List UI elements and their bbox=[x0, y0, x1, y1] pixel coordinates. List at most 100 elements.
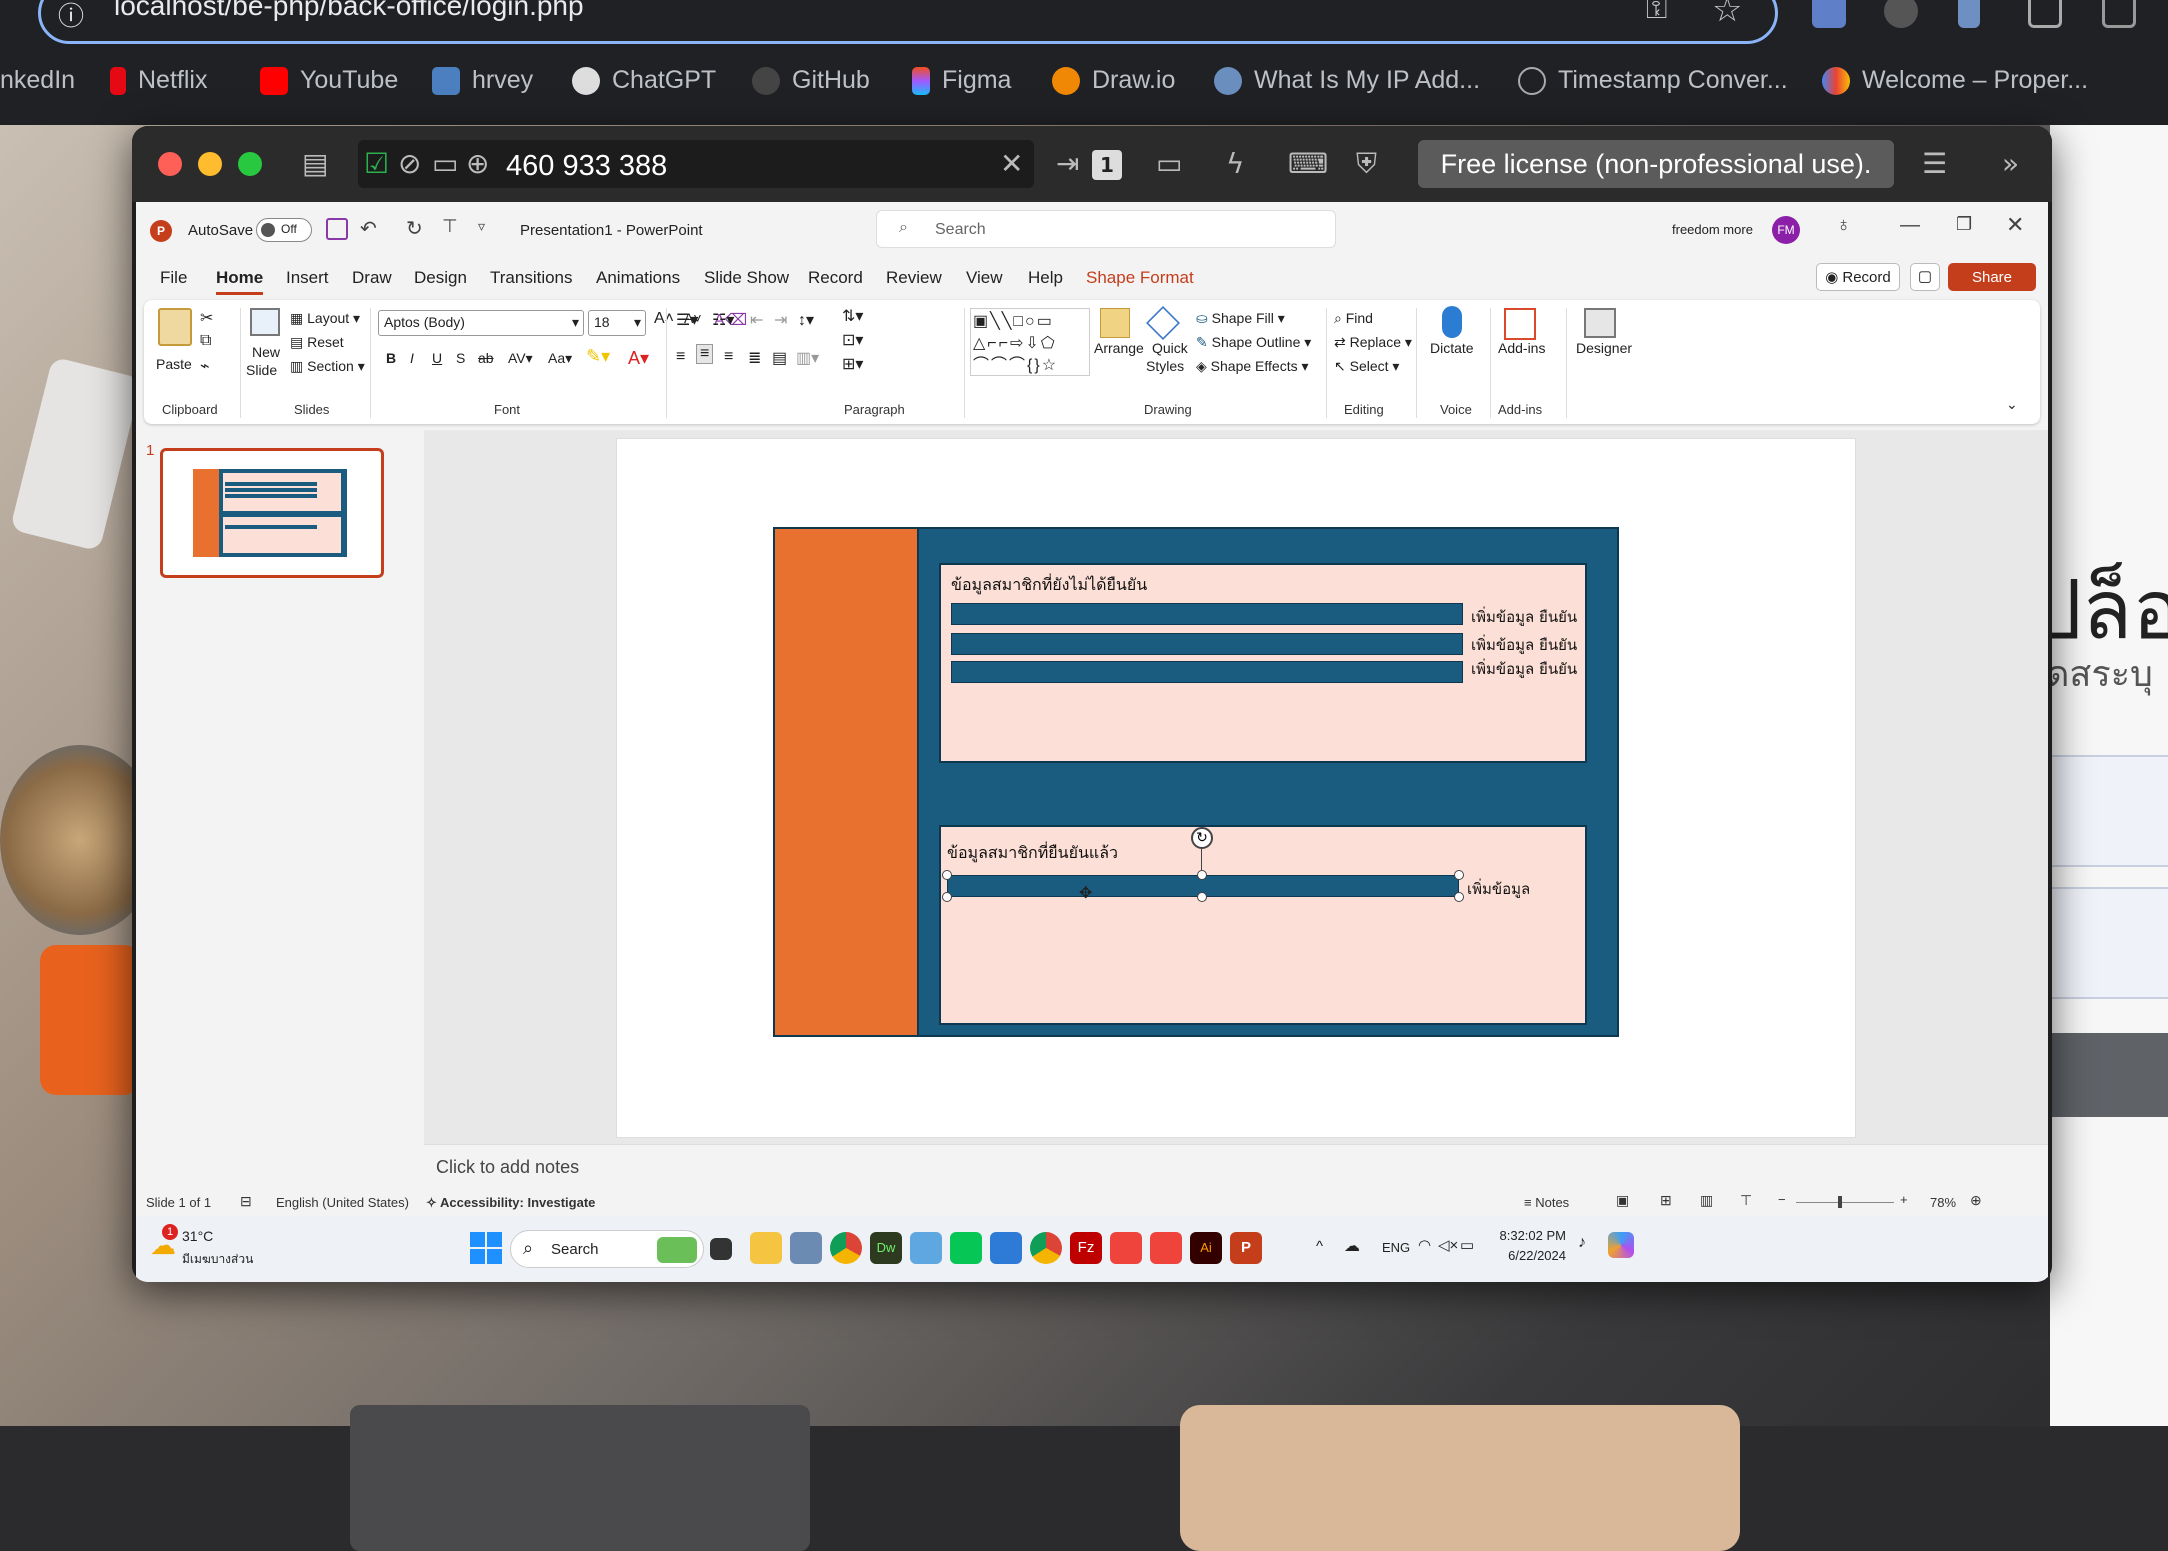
close-window-button[interactable] bbox=[158, 152, 182, 176]
shapes-gallery[interactable]: ▣╲╲□○▭ △⌐⌐⇨⇩⬠ ⌒⌒⌒{}☆ bbox=[970, 308, 1090, 376]
select-button[interactable]: ↖ Select ▾ bbox=[1334, 358, 1399, 375]
align-text-icon[interactable]: ⊡▾ bbox=[842, 330, 863, 350]
tab-animations[interactable]: Animations bbox=[596, 268, 680, 288]
increase-indent-icon[interactable]: ⇥ bbox=[774, 310, 787, 330]
filezilla-icon[interactable]: Fz bbox=[1070, 1232, 1102, 1264]
bookmark-github[interactable]: GitHub bbox=[752, 66, 870, 95]
tab-insert[interactable]: Insert bbox=[286, 268, 329, 288]
new-slide-label-line1[interactable]: New bbox=[252, 344, 280, 360]
storage-icon[interactable]: ▭ bbox=[432, 146, 458, 182]
zoom-slider-thumb[interactable] bbox=[1838, 1196, 1842, 1208]
align-right-icon[interactable]: ≡ bbox=[724, 348, 733, 366]
bullets-icon[interactable]: ☰▾ bbox=[676, 310, 698, 330]
member-row-actions[interactable]: เพิ่มข้อมูล ยืนยัน bbox=[1471, 657, 1577, 681]
grow-font-icon[interactable]: A˄ bbox=[654, 310, 674, 328]
align-left-icon[interactable]: ≡ bbox=[676, 348, 685, 366]
confirm-link[interactable]: ยืนยัน bbox=[1539, 608, 1577, 626]
menu-icon[interactable]: ☰ bbox=[1922, 146, 1947, 182]
member-row-bar[interactable] bbox=[951, 603, 1463, 625]
bookmark-linkedin[interactable]: nkedIn bbox=[0, 66, 75, 95]
slide-thumbnail[interactable] bbox=[160, 448, 384, 578]
disconnect-icon[interactable]: ✕ bbox=[1000, 146, 1023, 182]
bookmark-whatismyip[interactable]: What Is My IP Add... bbox=[1214, 66, 1480, 95]
paste-icon[interactable] bbox=[158, 308, 192, 346]
add-info-link[interactable]: เพิ่มข้อมูล bbox=[1467, 877, 1530, 901]
confirm-link[interactable]: ยืนยัน bbox=[1539, 660, 1577, 678]
window-icon[interactable] bbox=[2028, 0, 2062, 28]
arrange-label[interactable]: Arrange bbox=[1094, 340, 1144, 356]
language-indicator[interactable]: English (United States) bbox=[276, 1195, 409, 1210]
illustrator-icon[interactable]: Ai bbox=[1190, 1232, 1222, 1264]
weather-description[interactable]: มีเมฆบางส่วน bbox=[182, 1250, 253, 1269]
task-view-icon[interactable] bbox=[710, 1238, 732, 1260]
line-spacing-icon[interactable]: ↕▾ bbox=[798, 310, 814, 330]
resize-handle[interactable] bbox=[942, 870, 952, 880]
tab-record[interactable]: Record bbox=[808, 268, 863, 288]
volume-icon[interactable]: ◁× bbox=[1438, 1236, 1458, 1254]
extension-icon[interactable] bbox=[1884, 0, 1918, 28]
char-spacing-icon[interactable]: AV▾ bbox=[508, 350, 533, 367]
designer-label[interactable]: Designer bbox=[1576, 340, 1632, 356]
autosave-toggle[interactable]: Off bbox=[256, 218, 312, 242]
file-explorer-icon[interactable] bbox=[750, 1232, 782, 1264]
tab-file[interactable]: File bbox=[160, 268, 187, 288]
copy-icon[interactable]: ⧉ bbox=[200, 332, 211, 350]
slide-canvas[interactable]: ข้อมูลสมาชิกที่ยังไม่ได้ยืนยัน เพิ่มข้อม… bbox=[616, 438, 1856, 1138]
shield-icon[interactable]: ⛨ bbox=[1356, 146, 1377, 182]
verified-members-box[interactable]: ข้อมูลสมาชิกที่ยืนยันแล้ว ↻ ✥ เพิ่มข้อมู… bbox=[939, 825, 1587, 1025]
present-icon[interactable]: ⊤ bbox=[442, 216, 458, 237]
bookmark-figma[interactable]: Figma bbox=[912, 66, 1011, 95]
distributed-icon[interactable]: ▤ bbox=[772, 348, 787, 368]
bookmark-welcome[interactable]: Welcome – Proper... bbox=[1822, 66, 2088, 95]
rotate-handle-icon[interactable]: ↻ bbox=[1191, 827, 1213, 849]
dreamweaver-icon[interactable]: Dw bbox=[870, 1232, 902, 1264]
cut-icon[interactable]: ✂ bbox=[200, 308, 213, 328]
change-case-icon[interactable]: Aa▾ bbox=[548, 350, 572, 367]
notification-bell-icon[interactable]: ♪ bbox=[1578, 1234, 1586, 1252]
bookmark-hrvey[interactable]: hrvey bbox=[432, 66, 533, 95]
shape-fill-button[interactable]: ⛀ Shape Fill ▾ bbox=[1196, 310, 1285, 327]
quick-styles-label-line2[interactable]: Styles bbox=[1146, 358, 1184, 374]
avatar[interactable]: FM bbox=[1772, 216, 1800, 244]
microphone-icon[interactable] bbox=[1442, 306, 1462, 338]
bookmark-drawio[interactable]: Draw.io bbox=[1052, 66, 1175, 95]
bookmark-star-icon[interactable]: ☆ bbox=[1712, 0, 1742, 30]
resize-handle[interactable] bbox=[1454, 870, 1464, 880]
section-button[interactable]: ▥ Section ▾ bbox=[290, 358, 365, 375]
designer-icon[interactable] bbox=[1584, 308, 1616, 338]
spelling-icon[interactable]: ⊟ bbox=[240, 1193, 252, 1210]
font-name-dropdown[interactable]: Aptos (Body) ▾ bbox=[378, 310, 584, 336]
taskbar-search[interactable]: ⌕ Search bbox=[510, 1230, 704, 1268]
anydesk-icon[interactable] bbox=[1150, 1232, 1182, 1264]
copilot-icon[interactable] bbox=[1608, 1232, 1634, 1258]
line-icon[interactable] bbox=[950, 1232, 982, 1264]
extension-icon[interactable] bbox=[1958, 0, 1980, 28]
tab-design[interactable]: Design bbox=[414, 268, 467, 288]
language-indicator[interactable]: ENG bbox=[1382, 1240, 1410, 1255]
url-text[interactable]: localhost/be-php/back-office/login.php bbox=[114, 0, 584, 22]
anydesk-icon[interactable] bbox=[1110, 1232, 1142, 1264]
clock-time[interactable]: 8:32:02 PM bbox=[1490, 1228, 1567, 1243]
member-row-bar[interactable] bbox=[951, 633, 1463, 655]
chrome-icon[interactable] bbox=[830, 1232, 862, 1264]
replace-button[interactable]: ⇄ Replace ▾ bbox=[1334, 334, 1412, 351]
tab-view[interactable]: View bbox=[966, 268, 1003, 288]
expand-icon[interactable]: » bbox=[2002, 146, 2019, 182]
notes-toggle[interactable]: ≡ Notes bbox=[1524, 1195, 1569, 1210]
addins-icon[interactable] bbox=[1504, 308, 1536, 340]
slideshow-icon[interactable]: ⊤ bbox=[1740, 1192, 1752, 1209]
member-row-bar[interactable] bbox=[951, 661, 1463, 683]
quick-styles-icon[interactable] bbox=[1146, 306, 1180, 340]
translate-extension-icon[interactable] bbox=[1812, 0, 1846, 28]
quick-styles-label-line1[interactable]: Quick bbox=[1152, 340, 1188, 356]
find-button[interactable]: ⌕ Find bbox=[1334, 310, 1373, 327]
restore-icon[interactable]: ❐ bbox=[1956, 214, 1972, 235]
lightbulb-icon[interactable]: ♁ bbox=[1836, 214, 1851, 237]
normal-view-icon[interactable]: ▣ bbox=[1616, 1192, 1629, 1209]
calculator-icon[interactable] bbox=[790, 1232, 822, 1264]
italic-icon[interactable]: I bbox=[410, 350, 414, 366]
chrome-icon[interactable] bbox=[1030, 1232, 1062, 1264]
privacy-icon[interactable]: ⊘ bbox=[398, 146, 421, 182]
confirm-link[interactable]: ยืนยัน bbox=[1539, 636, 1577, 654]
resize-handle[interactable] bbox=[942, 892, 952, 902]
